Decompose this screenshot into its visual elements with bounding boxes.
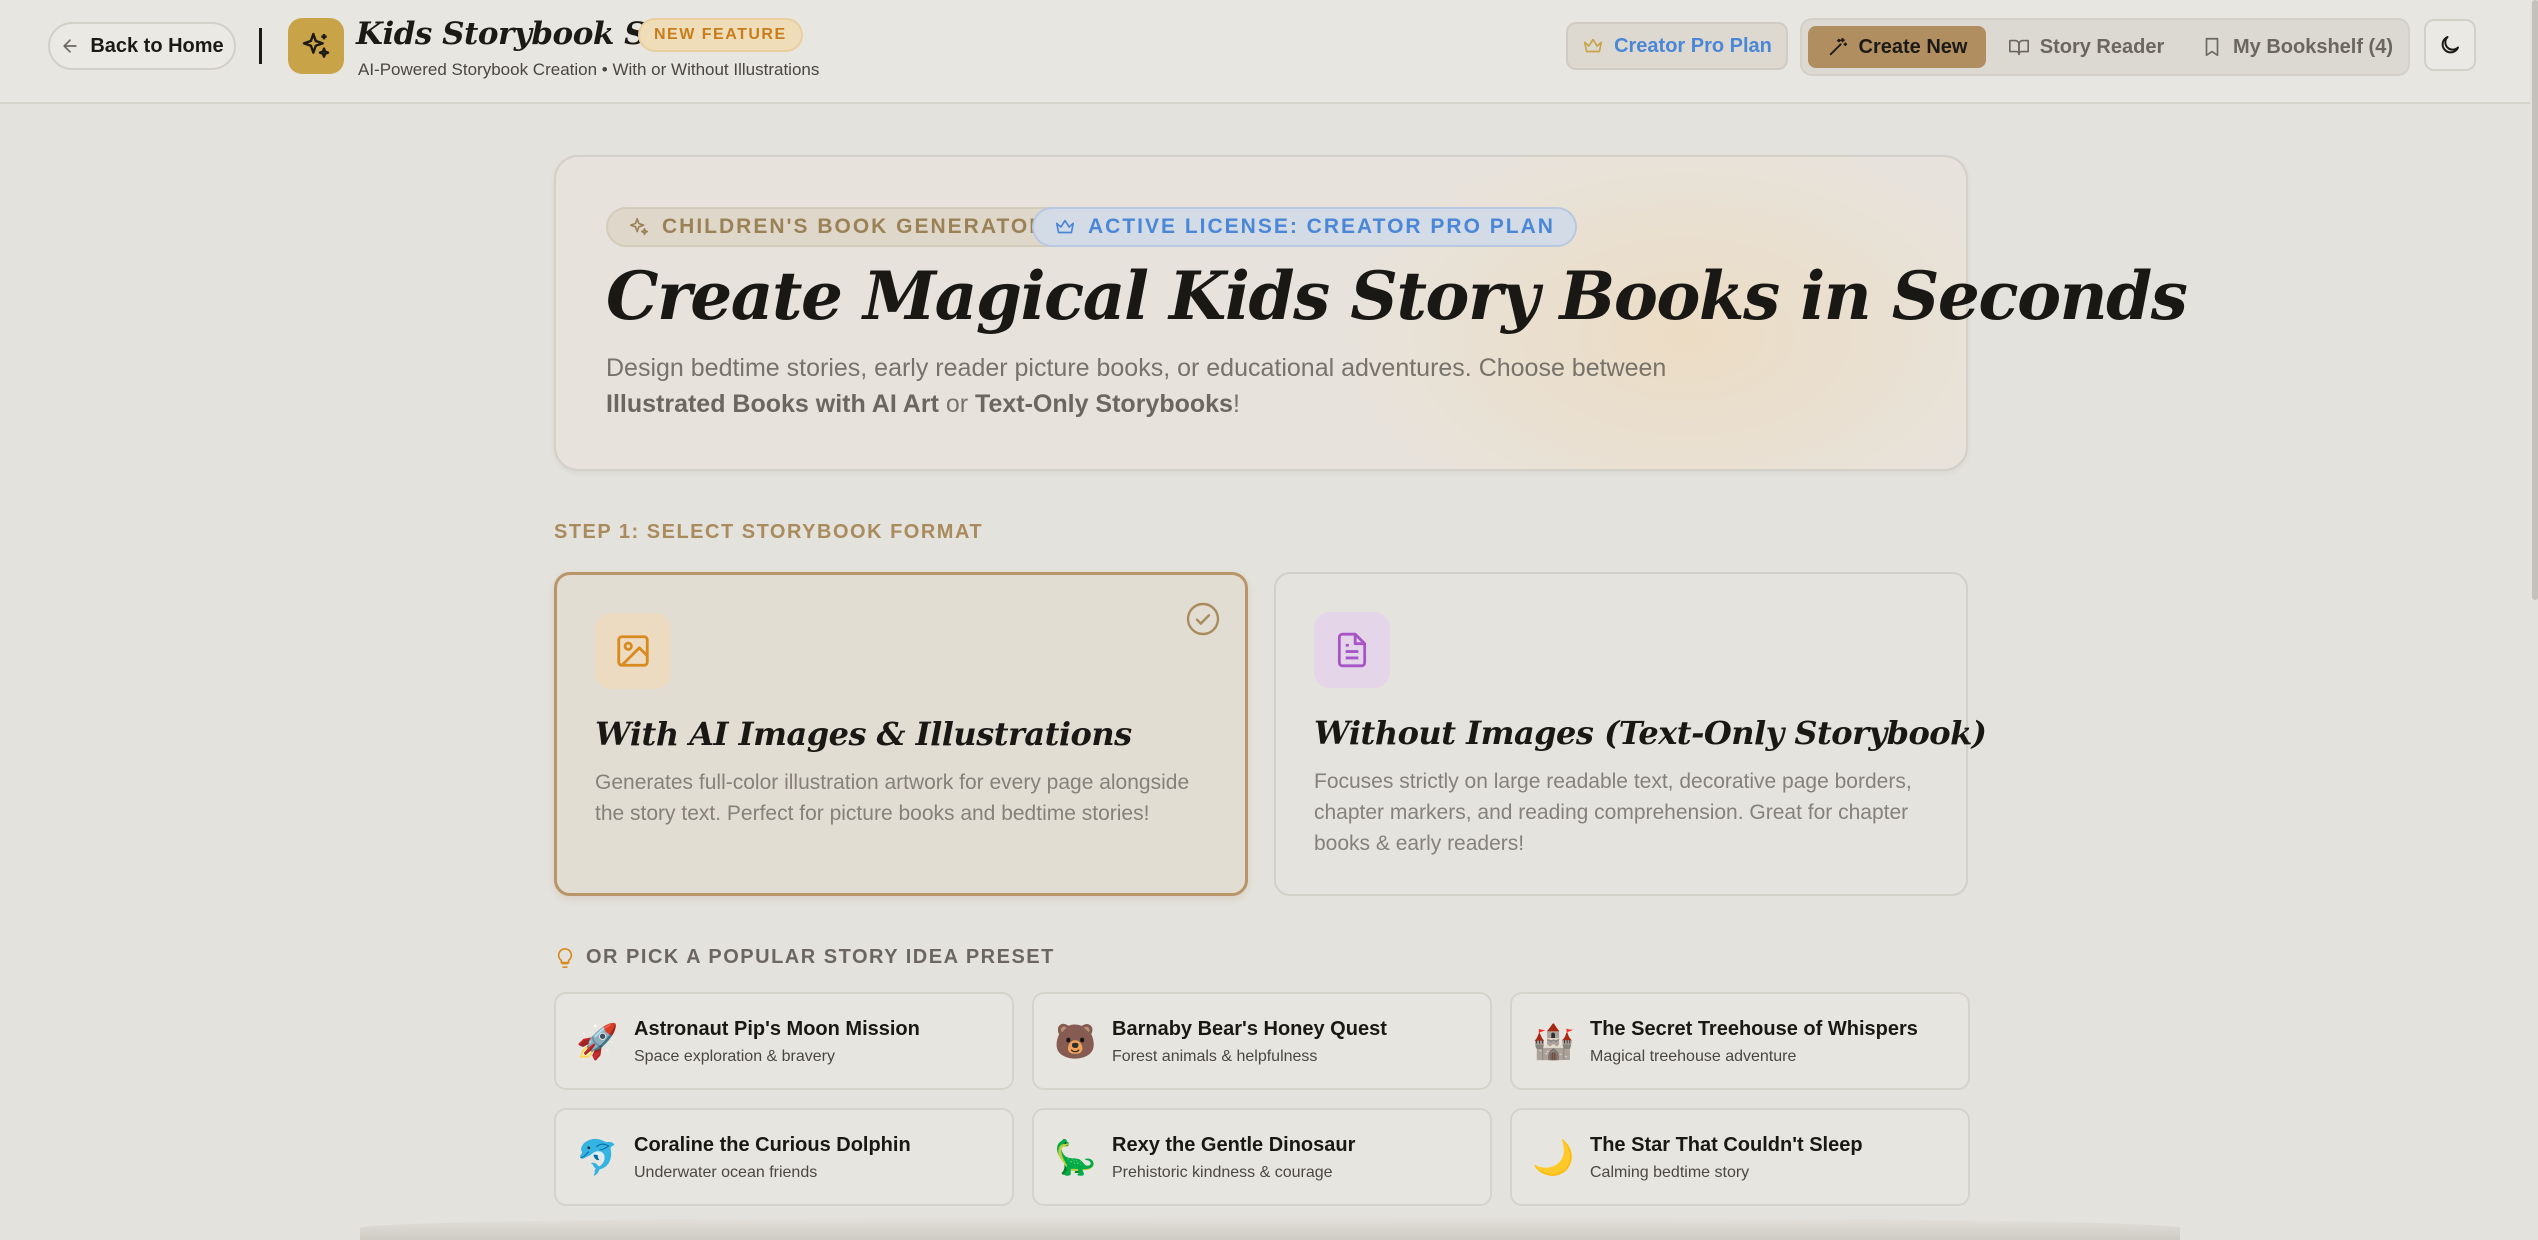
preset-card[interactable]: 🐻 Barnaby Bear's Honey Quest Forest anim… (1032, 992, 1492, 1090)
step1-label: STEP 1: SELECT STORYBOOK FORMAT (554, 521, 984, 543)
preset-subtitle: Prehistoric kindness & courage (1112, 1164, 1333, 1181)
hero-desc-illustrated: Illustrated Books with AI Art (606, 390, 939, 418)
moon-icon: 🌙 (1532, 1138, 1575, 1178)
preset-subtitle: Space exploration & bravery (634, 1048, 835, 1065)
bookmark-icon (2205, 37, 2219, 57)
theme-toggle-button[interactable] (2424, 19, 2476, 71)
moon-icon (2441, 36, 2459, 54)
preset-subtitle: Underwater ocean friends (634, 1164, 818, 1181)
preset-subtitle: Magical treehouse adventure (1590, 1048, 1797, 1065)
preset-section-label: OR PICK A POPULAR STORY IDEA PRESET (554, 946, 1055, 969)
image-icon (617, 635, 649, 667)
hero-desc-or: or (938, 390, 976, 418)
preset-title: Barnaby Bear's Honey Quest (1112, 1018, 1387, 1040)
rocket-icon: 🚀 (576, 1022, 619, 1062)
crown-icon (1584, 38, 1603, 53)
format-description: Generates full-color illustration artwor… (595, 771, 1190, 825)
book-open-icon (2008, 39, 2029, 56)
header-divider (259, 28, 262, 64)
crown-icon (1055, 219, 1075, 234)
back-to-home-button[interactable]: Back to Home (48, 22, 236, 70)
dolphin-icon: 🐬 (576, 1138, 619, 1178)
hero-title: Create Magical Kids Story Books in Secon… (606, 257, 2188, 335)
preset-card[interactable]: 🐬 Coraline the Curious Dolphin Underwate… (554, 1108, 1014, 1206)
preset-title: The Star That Couldn't Sleep (1590, 1134, 1863, 1156)
format-title: With AI Images & Illustrations (595, 715, 1132, 753)
preset-title: The Secret Treehouse of Whispers (1590, 1018, 1918, 1040)
preset-title: Astronaut Pip's Moon Mission (634, 1018, 920, 1040)
hero-desc-end: ! (1232, 390, 1240, 418)
preset-subtitle: Calming bedtime story (1590, 1164, 1750, 1181)
hero-desc-line1: Design bedtime stories, early reader pic… (606, 354, 1667, 382)
preset-title: Coraline the Curious Dolphin (634, 1134, 911, 1156)
hero-card: CHILDREN'S BOOK GENERATOR ACTIVE LICENSE… (554, 155, 2188, 471)
tab-create-new[interactable]: Create New (1808, 26, 1986, 68)
format-title: Without Images (Text-Only Storybook) (1314, 714, 1987, 752)
format-icon-box (1314, 612, 1390, 688)
preset-card[interactable]: 🏰 The Secret Treehouse of Whispers Magic… (1510, 992, 1970, 1090)
hero-desc-text-only: Text-Only Storybooks (975, 390, 1233, 418)
arrow-left-icon (63, 39, 77, 53)
preset-card[interactable]: 🦕 Rexy the Gentle Dinosaur Prehistoric k… (1032, 1108, 1492, 1206)
format-option-text-only[interactable]: Without Images (Text-Only Storybook) Foc… (1274, 572, 1987, 896)
document-icon (1337, 632, 1367, 668)
wand-icon (1829, 37, 1847, 56)
check-circle-icon (1186, 602, 1220, 636)
creator-pro-plan-button[interactable]: Creator Pro Plan (1566, 22, 1788, 70)
tab-story-reader-label: Story Reader (2039, 35, 2165, 58)
format-option-with-images[interactable]: With AI Images & Illustrations Generates… (554, 572, 1248, 896)
generator-badge: CHILDREN'S BOOK GENERATOR (606, 207, 1069, 247)
creator-pro-plan-label: Creator Pro Plan (1614, 34, 1772, 57)
license-badge-label: ACTIVE LICENSE: CREATOR PRO PLAN (1088, 215, 1555, 238)
back-to-home-label: Back to Home (90, 34, 224, 57)
format-description: Focuses strictly on large readable text,… (1314, 770, 1912, 855)
app-logo (288, 18, 344, 74)
tab-my-bookshelf[interactable]: My Bookshelf (4) (2186, 26, 2408, 68)
generator-badge-label: CHILDREN'S BOOK GENERATOR (662, 215, 1047, 238)
lightbulb-icon (557, 947, 573, 968)
license-badge: ACTIVE LICENSE: CREATOR PRO PLAN (1032, 207, 1577, 247)
new-feature-badge: NEW FEATURE (638, 18, 803, 52)
tab-my-bookshelf-label: My Bookshelf (4) (2232, 35, 2394, 58)
preset-title: Rexy the Gentle Dinosaur (1112, 1134, 1356, 1156)
scrollbar-thumb[interactable] (2532, 0, 2538, 600)
app-subtitle: AI-Powered Storybook Creation • With or … (358, 60, 820, 79)
castle-icon: 🏰 (1532, 1022, 1575, 1062)
preset-section-label-text: OR PICK A POPULAR STORY IDEA PRESET (586, 946, 1055, 968)
sparkles-icon (302, 32, 330, 58)
preset-card[interactable]: 🌙 The Star That Couldn't Sleep Calming b… (1510, 1108, 1970, 1206)
main-nav: Create New Story Reader My Bookshelf (4) (1800, 18, 2410, 76)
top-header: Back to Home Kids Storybook Studio NEW F… (0, 0, 2530, 104)
hero-description: Design bedtime stories, early reader pic… (606, 350, 1666, 422)
dinosaur-icon: 🦕 (1054, 1138, 1097, 1178)
sparkles-icon (629, 217, 649, 236)
tab-story-reader[interactable]: Story Reader (1996, 26, 2176, 68)
tab-create-new-label: Create New (1858, 35, 1968, 58)
preset-subtitle: Forest animals & helpfulness (1112, 1048, 1318, 1065)
format-icon-box (595, 613, 671, 689)
bear-icon: 🐻 (1054, 1022, 1097, 1062)
bottom-shadow (360, 1216, 2180, 1240)
preset-card[interactable]: 🚀 Astronaut Pip's Moon Mission Space exp… (554, 992, 1014, 1090)
